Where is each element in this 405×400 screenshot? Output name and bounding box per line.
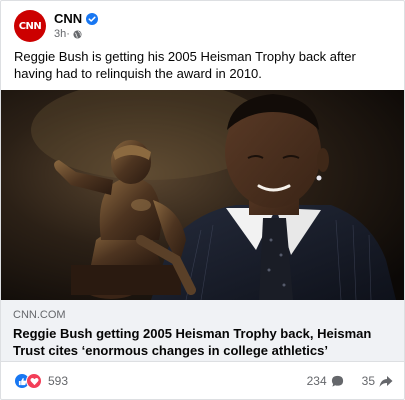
- reaction-count: 593: [48, 374, 69, 388]
- link-headline[interactable]: Reggie Bush getting 2005 Heisman Trophy …: [13, 325, 394, 359]
- reggie-bush-heisman-photo: [1, 90, 404, 300]
- globe-icon: [73, 29, 82, 39]
- post-time[interactable]: 3h: [54, 27, 66, 41]
- post-photo[interactable]: [1, 90, 404, 300]
- facebook-post-card: CNN CNN 3h · Reggie Bush is getting his …: [0, 0, 405, 400]
- link-preview[interactable]: CNN.COM Reggie Bush getting 2005 Heisman…: [1, 300, 404, 362]
- share-count: 35: [361, 374, 375, 388]
- share-arrow-icon: [379, 375, 393, 387]
- page-name-row: CNN: [54, 11, 99, 27]
- post-text: Reggie Bush is getting his 2005 Heisman …: [14, 49, 356, 81]
- post-meta: CNN 3h ·: [54, 11, 99, 41]
- cnn-avatar[interactable]: CNN: [14, 10, 46, 42]
- post-stats-bar: 593 234 35: [1, 367, 404, 395]
- verified-badge-icon: [86, 13, 99, 25]
- time-separator: ·: [66, 28, 70, 40]
- shares-stat[interactable]: 35: [362, 374, 393, 388]
- post-header: CNN CNN 3h ·: [14, 10, 99, 42]
- time-row: 3h ·: [54, 27, 98, 41]
- comments-stat[interactable]: 234: [307, 374, 344, 388]
- comment-bubble-icon: [331, 375, 343, 387]
- love-icon: [26, 373, 42, 389]
- page-name[interactable]: CNN: [54, 11, 82, 27]
- comment-count: 234: [306, 374, 327, 388]
- reactions-summary[interactable]: 593: [14, 373, 68, 389]
- link-domain: CNN.COM: [13, 309, 66, 321]
- engagement-stats: 234 35: [307, 374, 393, 388]
